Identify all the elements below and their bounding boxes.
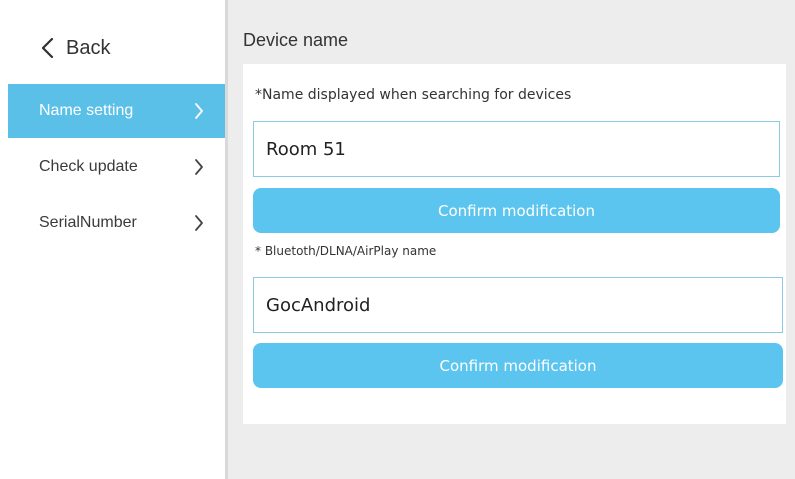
back-button[interactable]: Back	[40, 34, 110, 62]
sidebar-item-name-setting[interactable]: Name setting	[8, 84, 225, 138]
back-label: Back	[66, 36, 111, 59]
device-name-input[interactable]	[253, 121, 780, 177]
chevron-right-icon	[195, 159, 203, 175]
confirm-bluetooth-name-button[interactable]: Confirm modification	[253, 343, 783, 388]
device-name-panel: *Name displayed when searching for devic…	[243, 64, 786, 424]
sidebar-item-label: Name setting	[39, 102, 134, 119]
sidebar-item-label: SerialNumber	[39, 214, 137, 231]
sidebar-item-check-update[interactable]: Check update	[8, 140, 225, 194]
bluetooth-name-input[interactable]	[253, 277, 783, 333]
device-name-label: *Name displayed when searching for devic…	[255, 87, 572, 103]
chevron-right-icon	[195, 103, 203, 119]
bluetooth-name-label: * Bluetoth/DLNA/AirPlay name	[255, 244, 437, 258]
page-title: Device name	[243, 30, 349, 50]
confirm-device-name-button[interactable]: Confirm modification	[253, 188, 780, 233]
chevron-left-icon	[41, 37, 54, 59]
sidebar-item-label: Check update	[39, 158, 138, 175]
sidebar-item-serial-number[interactable]: SerialNumber	[8, 196, 225, 250]
chevron-right-icon	[195, 215, 203, 231]
sidebar: Back Name setting Check update SerialNum…	[0, 0, 228, 479]
